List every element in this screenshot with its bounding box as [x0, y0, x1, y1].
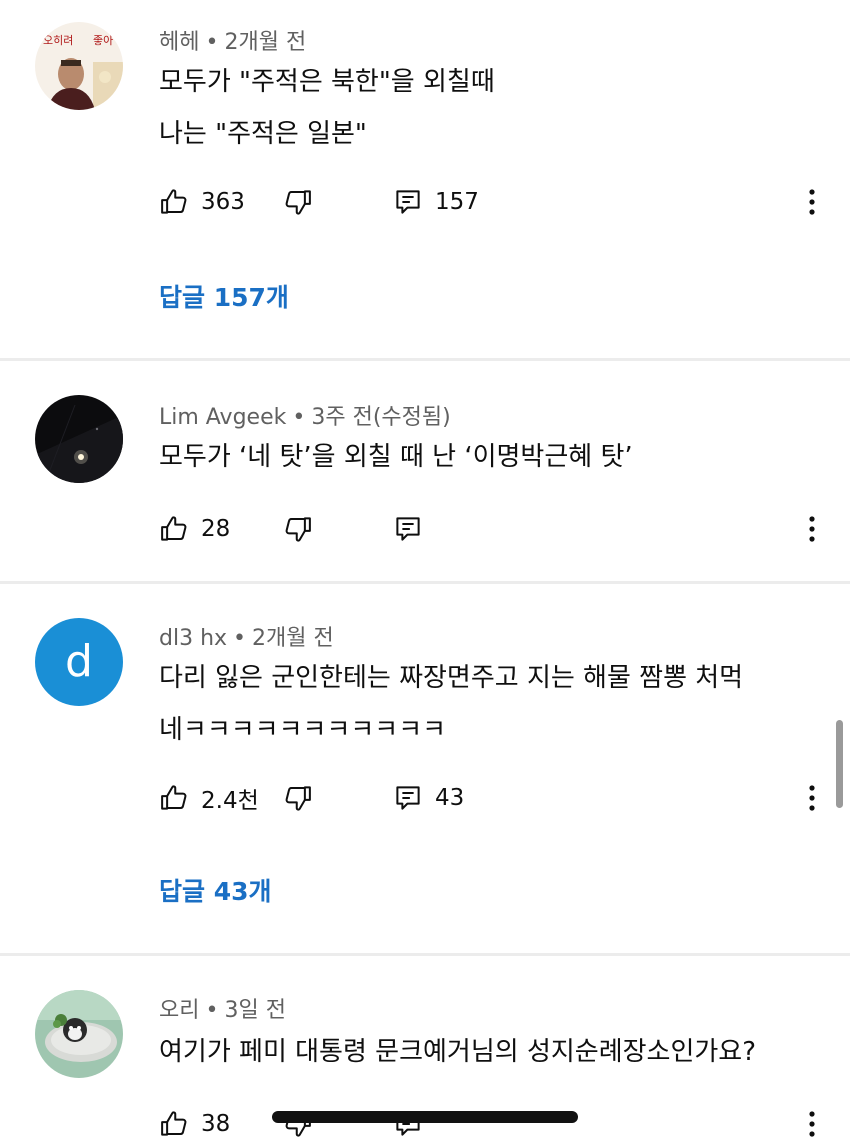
thumbs-up-icon — [161, 189, 187, 214]
comment-item: Lim Avgeek • 3주 전(수정됨) 모두가 ‘네 탓’을 외칠 때 난 ‘… — [0, 361, 850, 581]
dislike-button[interactable] — [283, 778, 313, 818]
thumbs-down-icon — [285, 517, 311, 542]
avatar[interactable]: d — [35, 618, 123, 706]
avatar[interactable]: 오히려 좋아 — [35, 22, 123, 110]
thumbs-down-icon — [285, 190, 311, 215]
like-count: 363 — [201, 189, 245, 215]
like-button[interactable]: 28 — [159, 509, 230, 549]
comment-time[interactable]: 3주 전(수정됨) — [311, 405, 450, 430]
reply-comment-icon — [396, 786, 420, 810]
comment-text: 모두가 "주적은 북한"을 외칠때 나는 "주적은 일본" — [159, 56, 495, 160]
dislike-button[interactable] — [283, 1104, 313, 1144]
dislike-button[interactable] — [283, 182, 313, 222]
more-vert-icon — [809, 785, 815, 811]
comment-line: 모두가 "주적은 북한"을 외칠때 — [159, 67, 495, 97]
comment-text: 다리 잃은 군인한테는 짜장면주고 지는 해물 짬뽕 처먹 네ㅋㅋㅋㅋㅋㅋㅋㅋㅋ… — [159, 652, 743, 756]
more-options-button[interactable] — [800, 182, 824, 222]
comment-meta: 헤헤 • 2개월 전 — [159, 24, 306, 56]
scrollbar[interactable] — [836, 720, 843, 808]
comment-actions: 363 157 — [159, 182, 839, 222]
comment-line: 다리 잃은 군인한테는 짜장면주고 지는 해물 짬뽕 처먹 — [159, 663, 744, 693]
thumbs-up-icon — [161, 1111, 187, 1136]
more-options-button[interactable] — [800, 1104, 824, 1144]
comment-text: 여기가 페미 대통령 문크예거님의 성지순례장소인가요? — [159, 1026, 756, 1078]
comment-meta: 오리 • 3일 전 — [159, 992, 286, 1024]
thumbs-up-icon — [161, 785, 187, 810]
like-button[interactable]: 363 — [159, 182, 245, 222]
reply-count: 43 — [435, 785, 465, 811]
comment-line: 네ㅋㅋㅋㅋㅋㅋㅋㅋㅋㅋㅋ — [159, 715, 447, 745]
comment-item: 오히려 좋아 헤헤 • 2개월 전 모두가 "주적은 북한"을 외칠때 나는 "주적… — [0, 0, 850, 360]
like-count: 2.4천 — [201, 788, 259, 814]
comment-actions: 2.4천 43 — [159, 778, 839, 818]
thumbs-down-icon — [285, 786, 311, 811]
reply-button[interactable]: 157 — [393, 182, 479, 222]
view-replies-button[interactable]: 답글 43개 — [159, 872, 272, 908]
comment-line: 모두가 ‘네 탓’을 외칠 때 난 ‘이명박근혜 탓’ — [159, 442, 633, 472]
thumbs-up-icon — [161, 516, 187, 541]
separator-dot: • — [233, 626, 247, 651]
author-name[interactable]: 오리 — [159, 998, 199, 1023]
comment-meta: Lim Avgeek • 3주 전(수정됨) — [159, 399, 451, 431]
separator-dot: • — [205, 30, 219, 55]
comment-item: d dl3 hx • 2개월 전 다리 잃은 군인한테는 짜장면주고 지는 해물 짬… — [0, 584, 850, 954]
avatar-letter: d — [65, 636, 93, 687]
comment-time[interactable]: 2개월 전 — [252, 626, 334, 651]
reply-button[interactable] — [393, 509, 423, 549]
avatar[interactable] — [35, 395, 123, 483]
like-count: 28 — [201, 516, 231, 542]
more-vert-icon — [809, 516, 815, 542]
author-name[interactable]: 헤헤 — [159, 30, 199, 55]
comment-line: 여기가 페미 대통령 문크예거님의 성지순례장소인가요? — [159, 1037, 757, 1067]
separator-dot: • — [205, 998, 219, 1023]
more-options-button[interactable] — [800, 509, 824, 549]
like-button[interactable]: 38 — [159, 1104, 230, 1144]
reply-button[interactable] — [393, 1104, 423, 1144]
like-button[interactable]: 2.4천 — [159, 778, 259, 818]
reply-count: 157 — [435, 189, 479, 215]
reply-button[interactable]: 43 — [393, 778, 464, 818]
comment-actions: 28 — [159, 509, 839, 549]
comment-meta: dl3 hx • 2개월 전 — [159, 620, 334, 652]
more-options-button[interactable] — [800, 778, 824, 818]
more-vert-icon — [809, 189, 815, 215]
avatar[interactable] — [35, 990, 123, 1078]
comment-actions: 38 — [159, 1104, 839, 1144]
view-replies-button[interactable]: 답글 157개 — [159, 278, 289, 314]
reply-comment-icon — [396, 517, 420, 541]
dislike-button[interactable] — [283, 509, 313, 549]
comment-time[interactable]: 3일 전 — [224, 998, 285, 1023]
more-vert-icon — [809, 1111, 815, 1137]
separator-dot: • — [292, 405, 306, 430]
home-indicator[interactable] — [272, 1111, 578, 1123]
like-count: 38 — [201, 1111, 231, 1137]
avatar-text: 오히려 — [43, 33, 73, 47]
reply-comment-icon — [396, 190, 420, 214]
author-name[interactable]: Lim Avgeek — [159, 405, 286, 430]
comment-line: 나는 "주적은 일본" — [159, 119, 367, 149]
comment-text: 모두가 ‘네 탓’을 외칠 때 난 ‘이명박근혜 탓’ — [159, 431, 633, 483]
author-name[interactable]: dl3 hx — [159, 626, 227, 651]
comment-time[interactable]: 2개월 전 — [224, 30, 306, 55]
avatar-text: 좋아 — [93, 34, 113, 47]
